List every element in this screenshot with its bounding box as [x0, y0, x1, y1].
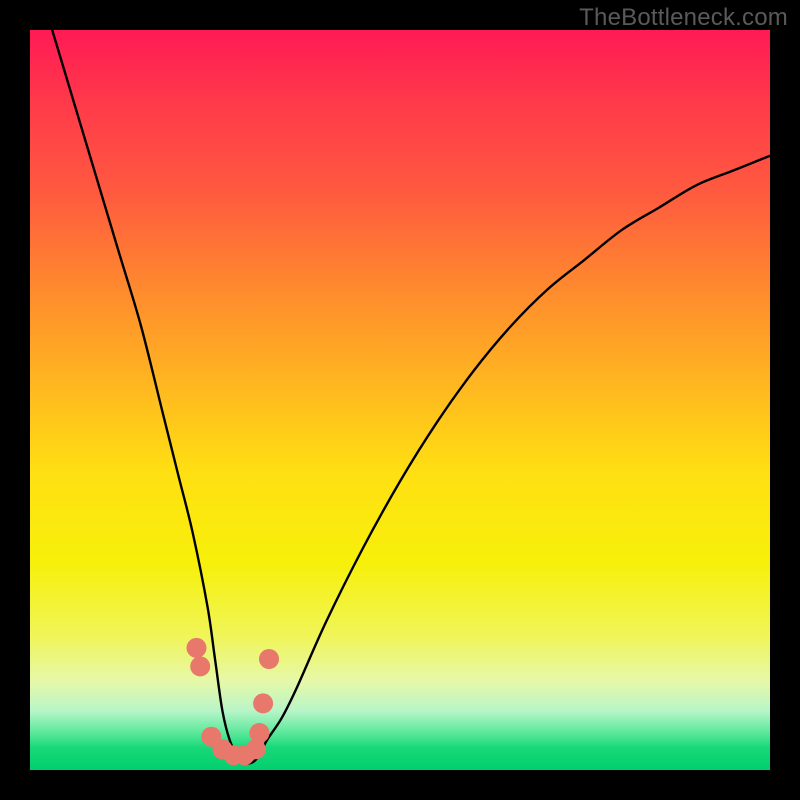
marker-dot	[259, 649, 279, 669]
curve-layer	[30, 30, 770, 770]
chart-frame: TheBottleneck.com	[0, 0, 800, 800]
watermark-label: TheBottleneck.com	[579, 4, 788, 32]
bottleneck-curve	[52, 30, 770, 764]
marker-dot	[249, 723, 269, 743]
marker-dot	[187, 638, 207, 658]
marker-dot	[253, 693, 273, 713]
plot-area	[30, 30, 770, 770]
marker-dot	[190, 656, 210, 676]
highlight-markers	[187, 638, 280, 765]
